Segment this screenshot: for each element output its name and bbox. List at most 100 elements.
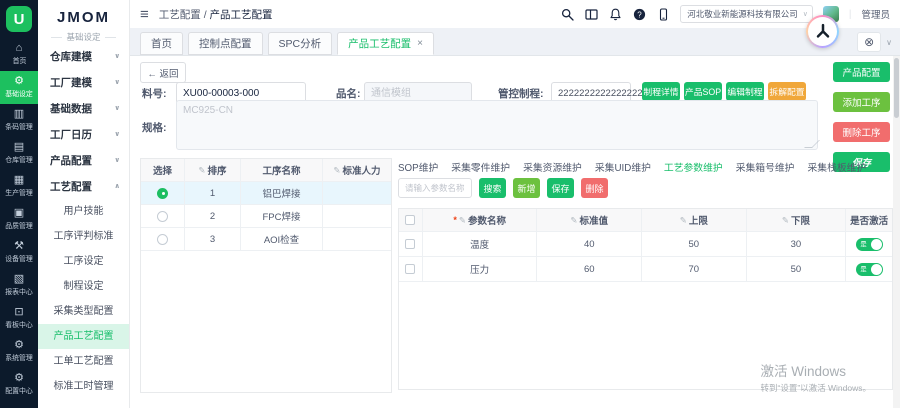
company-select[interactable]: 河北敬业新能源科技有限公司∨ <box>680 5 813 23</box>
chevron-up-icon: ∧ <box>114 182 120 190</box>
product-sop-button[interactable]: 产品SOP <box>684 82 722 101</box>
detail-tab-collect-box[interactable]: 采集箱号维护 <box>736 160 795 174</box>
detail-tab-collect-parts[interactable]: 采集零件维护 <box>451 160 510 174</box>
sidebar-item-workorder-process-config[interactable]: 工单工艺配置 <box>38 349 129 374</box>
tab-options-chevron-icon[interactable]: ∨ <box>886 38 892 47</box>
edit-column-icon: ✎ <box>680 215 687 226</box>
rail-item-system[interactable]: ⚙系统管理 <box>0 335 38 368</box>
active-toggle[interactable]: 是 <box>856 263 883 276</box>
sidebar-group-process-config[interactable]: 工艺配置∧ <box>38 173 129 199</box>
production-icon: ▦ <box>14 175 24 186</box>
rail-item-warehouse[interactable]: ▤仓库管理 <box>0 137 38 170</box>
product-config-button[interactable]: 产品配置 <box>833 62 890 82</box>
rail-item-basic-settings[interactable]: ⚙基础设定 <box>0 71 38 104</box>
quality-icon: ▣ <box>14 208 24 219</box>
chevron-down-icon: ∨ <box>114 104 120 112</box>
param-row-1[interactable]: 温度 40 50 30 是 <box>399 232 892 257</box>
rail-item-quality[interactable]: ▣品质管理 <box>0 203 38 236</box>
search-button[interactable]: 搜索 <box>479 178 506 198</box>
close-all-tabs-button[interactable]: ⊗ <box>857 32 881 52</box>
edit-column-icon: ✎ <box>782 215 789 226</box>
sidebar-group-factory-modeling[interactable]: 工厂建模∨ <box>38 69 129 95</box>
back-button[interactable]: ← 返回 <box>140 62 186 83</box>
product-name-label: 品名: <box>336 86 361 101</box>
edit-column-icon: ✎ <box>198 165 205 176</box>
control-process-label: 管控制程: <box>498 86 544 101</box>
process-row-1[interactable]: 1 铝巴焊接 <box>141 182 391 205</box>
warehouse-icon: ▤ <box>14 142 24 153</box>
rail-item-dashboard[interactable]: ⊡看板中心 <box>0 302 38 335</box>
gear-icon: ⚙ <box>14 76 24 87</box>
detail-tab-sop[interactable]: SOP维护 <box>398 160 438 174</box>
sidebar-group-base-data[interactable]: 基础数据∨ <box>38 95 129 121</box>
assistant-float-button[interactable] <box>806 15 839 48</box>
app-logo-icon: U <box>6 6 32 32</box>
radio-unselected[interactable] <box>157 211 168 222</box>
spec-label: 规格: <box>142 120 167 135</box>
disassemble-config-button[interactable]: 拆解配置 <box>768 82 806 101</box>
tab-control-point-config[interactable]: 控制点配置 <box>188 32 263 55</box>
app-logo[interactable]: U <box>0 0 38 38</box>
edit-column-icon: ✎ <box>459 215 466 226</box>
active-toggle[interactable]: 是 <box>856 238 883 251</box>
sidebar-item-collect-type-config[interactable]: 采集类型配置 <box>38 299 129 324</box>
close-icon[interactable]: × <box>417 38 423 49</box>
delete-process-button[interactable]: 删除工序 <box>833 122 890 142</box>
row-checkbox[interactable] <box>405 264 415 274</box>
assistant-logo-icon <box>808 17 837 46</box>
rail-item-production[interactable]: ▦生产管理 <box>0 170 38 203</box>
rail-item-home[interactable]: ⌂首页 <box>0 38 38 71</box>
radio-selected[interactable] <box>157 188 168 199</box>
module-subtitle: 基础设定 <box>38 31 129 43</box>
detail-tab-collect-pallet[interactable]: 采集栈板维护 <box>807 160 866 174</box>
sidebar-group-warehouse-modeling[interactable]: 仓库建模∨ <box>38 43 129 69</box>
delete-param-button[interactable]: 删除 <box>581 178 608 198</box>
sidebar-item-product-process-config[interactable]: 产品工艺配置 <box>38 324 129 349</box>
spec-textarea[interactable] <box>176 100 818 150</box>
help-icon[interactable]: ? <box>632 7 646 21</box>
radio-unselected[interactable] <box>157 234 168 245</box>
rail-item-reports[interactable]: ▧报表中心 <box>0 269 38 302</box>
sidebar-item-user-skills[interactable]: 用户技能 <box>38 199 129 224</box>
process-row-2[interactable]: 2 FPC焊接 <box>141 205 391 228</box>
page-scrollbar[interactable] <box>893 56 900 408</box>
bell-icon[interactable] <box>608 7 622 21</box>
detail-tab-collect-uid[interactable]: 采集UID维护 <box>595 160 651 174</box>
row-checkbox[interactable] <box>405 239 415 249</box>
param-row-2[interactable]: 压力 60 70 50 是 <box>399 257 892 282</box>
chevron-down-icon: ∨ <box>803 10 808 18</box>
chevron-down-icon: ∨ <box>114 78 120 86</box>
user-name: 管理员 <box>861 7 890 21</box>
rail-item-equipment[interactable]: ⚒设备管理 <box>0 236 38 269</box>
param-search-input[interactable] <box>398 178 472 198</box>
rail-item-config-center[interactable]: ⚙配置中心 <box>0 368 38 401</box>
sidebar-item-standard-hours[interactable]: 标准工时管理 <box>38 374 129 399</box>
sidebar-item-process-judge-standard[interactable]: 工序评判标准 <box>38 224 129 249</box>
add-param-button[interactable]: 新增 <box>513 178 540 198</box>
tab-home[interactable]: 首页 <box>140 32 183 55</box>
sidebar-group-factory-calendar[interactable]: 工厂日历∨ <box>38 121 129 147</box>
edit-process-button[interactable]: 编辑制程 <box>726 82 764 101</box>
search-icon[interactable] <box>560 7 574 21</box>
mobile-icon[interactable] <box>656 7 670 21</box>
layout-columns-icon[interactable] <box>584 7 598 21</box>
tab-spc-analysis[interactable]: SPC分析 <box>268 32 333 55</box>
process-detail-button[interactable]: 制程详情 <box>642 82 680 101</box>
content-panel: ← 返回 料号: 品名: 管控制程: 2222222222222222∨ 制程详… <box>130 56 893 408</box>
process-table: 选择 ✎排序 工序名称 ✎标准人力 1 铝巴焊接 2 FPC焊接 3 AOI检查 <box>140 158 392 393</box>
process-row-3[interactable]: 3 AOI检查 <box>141 228 391 251</box>
add-process-button[interactable]: 添加工序 <box>833 92 890 112</box>
detail-tab-collect-resources[interactable]: 采集资源维护 <box>523 160 582 174</box>
sidebar-item-process-setting[interactable]: 工序设定 <box>38 249 129 274</box>
save-param-button[interactable]: 保存 <box>547 178 574 198</box>
edit-column-icon: ✎ <box>333 165 340 176</box>
detail-tab-process-params[interactable]: 工艺参数维护 <box>664 160 723 174</box>
sidebar-group-product-config[interactable]: 产品配置∨ <box>38 147 129 173</box>
scrollbar-thumb[interactable] <box>894 58 899 118</box>
rail-item-barcode[interactable]: ▥条码管理 <box>0 104 38 137</box>
select-all-checkbox[interactable] <box>405 215 415 225</box>
hamburger-icon[interactable]: ≡ <box>140 7 149 22</box>
tab-product-process-config[interactable]: 产品工艺配置× <box>337 32 434 55</box>
sidebar-item-routing-setting[interactable]: 制程设定 <box>38 274 129 299</box>
divider: | <box>849 9 852 20</box>
